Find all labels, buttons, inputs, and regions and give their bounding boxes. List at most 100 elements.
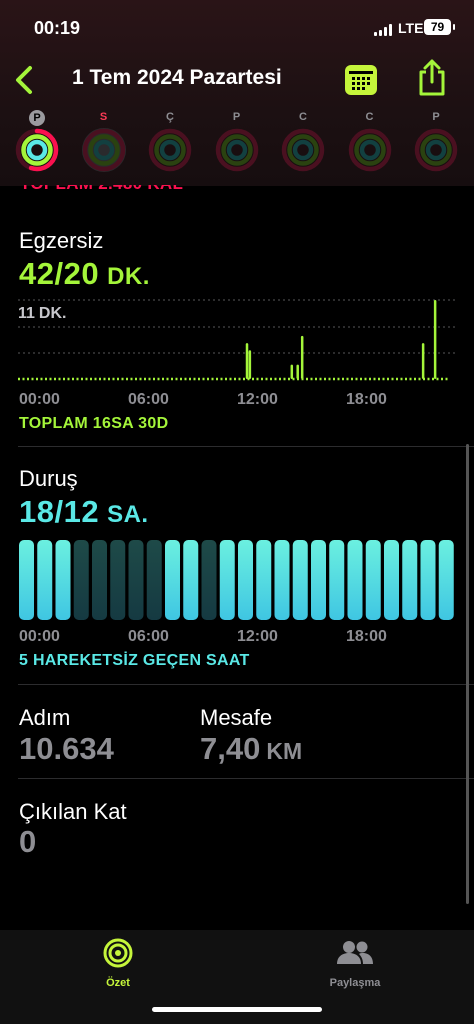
distance-label: Mesafe xyxy=(200,705,273,730)
exercise-bar xyxy=(248,350,252,379)
day-label-text: Ç xyxy=(166,111,174,123)
stand-hour-inactive xyxy=(201,540,217,620)
distance-value: 7,40 KM xyxy=(200,731,302,767)
exercise-peak-number: 11 xyxy=(18,305,35,322)
stand-hour-active xyxy=(165,540,180,620)
divider xyxy=(18,778,474,779)
day-label: C xyxy=(348,110,392,128)
day-label: S xyxy=(82,110,126,128)
exercise-total: TOPLAM 16SA 30D xyxy=(19,415,169,432)
stand-hour-inactive xyxy=(110,540,126,620)
exercise-x-tick: 12:00 xyxy=(237,391,278,408)
stand-hour-active xyxy=(292,540,308,620)
exercise-bar xyxy=(290,364,294,379)
day-5[interactable]: C xyxy=(348,110,392,172)
status-bar: 00:19 LTE 79 xyxy=(0,16,474,42)
exercise-title: Egzersiz xyxy=(19,228,104,253)
exercise-peak-label: 11 DK. xyxy=(18,305,66,323)
exercise-value-unit: DK. xyxy=(107,263,150,290)
day-label-text: P xyxy=(432,111,440,123)
day-label-text: C xyxy=(365,111,374,123)
tab-sharing-label: Paylaşma xyxy=(329,977,381,989)
stand-hour-inactive xyxy=(92,540,107,620)
activity-ring xyxy=(215,128,258,172)
activity-ring xyxy=(81,128,126,172)
signal-icon xyxy=(374,24,394,36)
stand-hour-active xyxy=(19,540,34,620)
stand-hour-active xyxy=(274,540,290,620)
scrollbar[interactable] xyxy=(466,444,469,904)
day-label-text: S xyxy=(99,111,108,123)
exercise-bar xyxy=(421,343,425,379)
stand-hour-active xyxy=(219,540,235,620)
activity-ring xyxy=(414,128,458,172)
stand-hour-active xyxy=(311,540,326,620)
people-icon xyxy=(337,941,373,964)
calendar-button[interactable] xyxy=(345,65,377,95)
day-1[interactable]: S xyxy=(81,110,126,172)
tab-summary-label: Özet xyxy=(106,977,130,989)
activity-ring xyxy=(15,128,59,172)
day-0[interactable]: P xyxy=(15,110,59,172)
header: 00:19 LTE 79 1 Tem 2024 Pazartesi P S Ç P C C… xyxy=(0,0,474,186)
divider xyxy=(18,446,474,447)
steps-label: Adım xyxy=(19,705,71,730)
stand-chart-svg xyxy=(19,540,454,620)
activity-rings-icon xyxy=(103,938,133,968)
stand-hour-active xyxy=(365,540,381,620)
stand-hour-active xyxy=(420,540,436,620)
day-2[interactable]: Ç xyxy=(148,110,192,172)
stand-x-tick: 06:00 xyxy=(128,628,169,645)
exercise-chart: 11 DK. xyxy=(18,296,456,386)
distance-number: 7,40 xyxy=(200,731,261,766)
stand-hour-active xyxy=(37,540,53,620)
exercise-x-tick: 00:00 xyxy=(19,391,60,408)
day-label-text: P xyxy=(29,110,45,126)
home-indicator[interactable] xyxy=(152,1007,322,1012)
calendar-icon xyxy=(349,71,373,90)
share-icon xyxy=(419,59,445,96)
page-title: 1 Tem 2024 Pazartesi xyxy=(72,66,282,89)
back-button[interactable] xyxy=(10,62,40,98)
tab-sharing[interactable]: Paylaşma xyxy=(305,938,405,989)
exercise-bar xyxy=(296,364,299,379)
network-type: LTE xyxy=(398,20,424,36)
stand-hour-active xyxy=(329,540,345,620)
exercise-peak-unit: DK. xyxy=(38,305,67,322)
distance-unit: KM xyxy=(266,738,303,764)
day-6[interactable]: P xyxy=(414,110,458,172)
day-label-text: C xyxy=(299,111,307,123)
status-time: 00:19 xyxy=(34,18,81,38)
exercise-value: 42/20 DK. xyxy=(19,256,150,292)
stand-x-tick: 12:00 xyxy=(237,628,278,645)
activity-ring xyxy=(148,128,192,172)
exercise-x-tick: 18:00 xyxy=(346,391,387,408)
stand-hour-active xyxy=(183,540,199,620)
stand-title: Duruş xyxy=(19,466,78,491)
stand-hour-active xyxy=(55,540,71,620)
day-label: P xyxy=(15,110,59,128)
day-label: C xyxy=(281,110,325,128)
day-3[interactable]: P xyxy=(215,110,259,172)
stand-hour-active xyxy=(438,540,454,620)
exercise-value-number: 42/20 xyxy=(19,256,100,291)
stand-chart xyxy=(18,538,456,624)
stand-hour-active xyxy=(402,540,418,620)
divider xyxy=(18,684,474,685)
stand-inactive-hours: 5 HAREKETSİZ GEÇEN SAAT xyxy=(19,652,250,669)
day-label-text: P xyxy=(232,111,241,123)
tab-summary[interactable]: Özet xyxy=(68,938,168,989)
exercise-bar xyxy=(300,335,304,379)
week-selector: PSÇPCCP xyxy=(0,110,474,182)
stand-hour-active xyxy=(384,540,399,620)
floors-value: 0 xyxy=(19,824,37,859)
share-button[interactable] xyxy=(416,58,448,98)
activity-ring xyxy=(281,128,325,172)
day-label: Ç xyxy=(148,110,192,128)
day-label: P xyxy=(215,110,259,128)
battery-icon: 79 xyxy=(424,19,455,35)
exercise-bar xyxy=(433,300,437,379)
stand-x-tick: 00:00 xyxy=(19,628,60,645)
floors-label: Çıkılan Kat xyxy=(19,799,127,824)
day-4[interactable]: C xyxy=(281,110,325,172)
